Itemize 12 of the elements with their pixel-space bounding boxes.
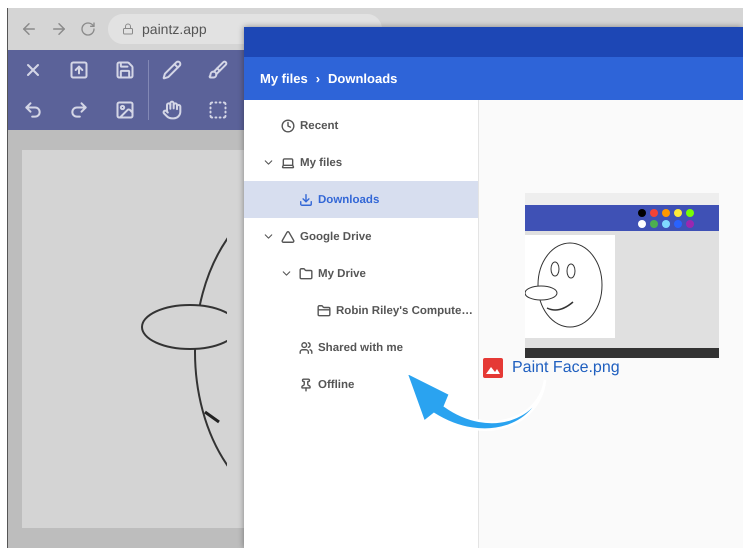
sidebar-item[interactable]: Shared with me [244,329,478,366]
sidebar-item[interactable]: Downloads [244,181,478,218]
breadcrumb-item[interactable]: My files [260,71,308,86]
sidebar-item[interactable]: Google Drive [244,218,478,255]
sidebar-item[interactable]: My Drive [244,255,478,292]
breadcrumb-separator: › [316,71,320,86]
breadcrumb-item[interactable]: Downloads [328,71,398,86]
sidebar-item[interactable]: My files [244,144,478,181]
file-item[interactable]: Paint Face.png [483,358,620,378]
sidebar-item[interactable]: Offline [244,366,478,403]
sidebar-item[interactable]: Robin Riley's Compute… [244,292,478,329]
sidebar-item[interactable]: Recent [244,107,478,144]
